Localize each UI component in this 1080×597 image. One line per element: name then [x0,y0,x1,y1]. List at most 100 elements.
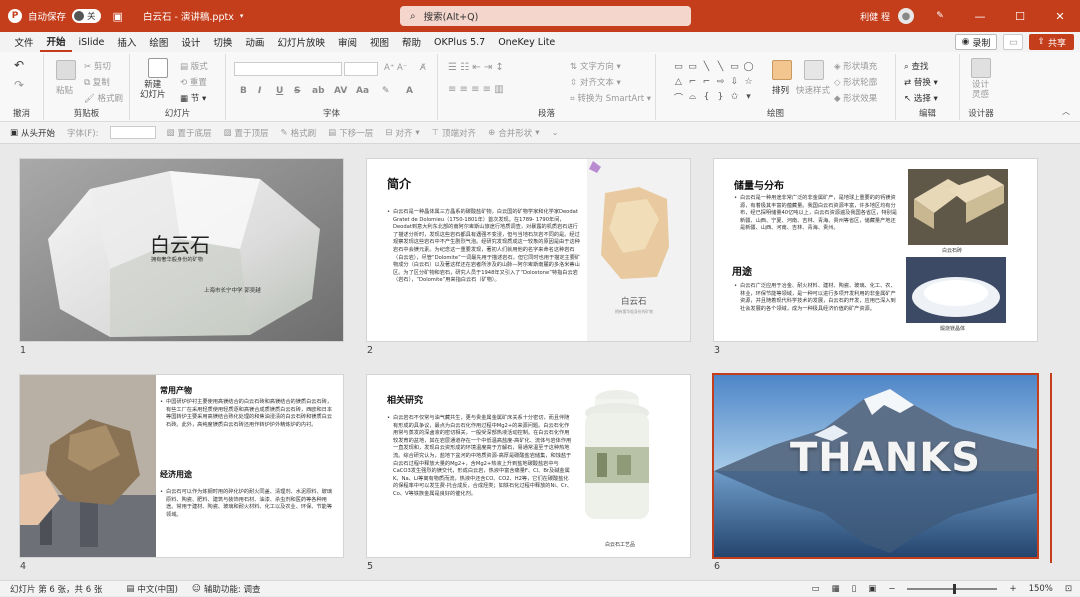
format-painter-quick-button[interactable]: ✎ 格式刷 [281,127,317,139]
bold-icon[interactable]: B [240,86,247,96]
quick-styles-button[interactable]: 快速样式 [796,84,830,96]
curve-shape-icon[interactable]: ⌓ [686,90,699,104]
vertical-scrollbar[interactable] [1050,373,1052,563]
slideshow-view-icon[interactable]: ▣ [868,584,876,594]
text-direction-button[interactable]: ⇅ 文字方向 ▾ [570,60,621,72]
char-spacing-icon[interactable]: AV [334,86,347,96]
zoom-level[interactable]: 150% [1029,584,1053,594]
shadow-icon[interactable]: ab [312,86,325,96]
file-name[interactable]: 白云石 - 演讲稿.pptx [143,9,234,23]
share-button[interactable]: ⇪ 共享 [1029,34,1074,50]
tab-transitions[interactable]: 切换 [207,32,239,52]
connector-shape-icon[interactable]: ⌐ [686,75,699,89]
quick-styles-icon[interactable] [804,60,824,80]
pen-icon[interactable]: ✎ [920,0,960,32]
customize-toolbar-icon[interactable]: ⌄ [551,128,558,138]
tab-review[interactable]: 审阅 [331,32,363,52]
layout-button[interactable]: ▤ 版式 [180,60,208,72]
language-indicator[interactable]: ▤ 中文(中国) [126,583,178,595]
tab-draw[interactable]: 绘图 [143,32,175,52]
design-ideas-button[interactable]: 设计 灵感 [972,80,989,100]
strikethrough-icon[interactable]: S [294,86,300,96]
font-name-dropdown[interactable] [234,62,342,76]
align-button[interactable]: ⊟ 对齐 ▾ [385,127,419,139]
autosave-toggle[interactable]: 关 [72,9,101,23]
textbox-shape-icon[interactable]: ▭ [672,60,685,74]
tab-onekey[interactable]: OneKey Lite [492,32,562,52]
comments-icon[interactable]: ▭ [1003,34,1024,50]
chevron-down-icon[interactable]: ▾ [240,12,244,20]
arrange-icon[interactable] [772,60,792,80]
zoom-out-icon[interactable]: − [888,584,895,594]
record-button[interactable]: ◉ 录制 [954,34,998,50]
slide-thumbnail-1[interactable]: 白云石 拥有奢华般身份的矿物 上海市长宁中学 郭吴越 [20,159,343,341]
brace-shape-icon[interactable]: { [700,90,713,104]
triangle-shape-icon[interactable]: △ [672,75,685,89]
underline-icon[interactable]: U [276,86,283,96]
maximize-button[interactable]: ☐ [1000,0,1040,32]
start-from-beginning-button[interactable]: ▣ 从头开始 [10,127,55,139]
rectangle-shape-icon[interactable]: ▭ [728,60,741,74]
brace-shape-icon[interactable]: } [714,90,727,104]
normal-view-icon[interactable]: ▭ [812,584,820,594]
reading-view-icon[interactable]: ▯ [852,584,857,594]
tab-file[interactable]: 文件 [8,32,40,52]
slide-thumbnail-5[interactable]: 相关研究 白云岩石不仅常与油气藏共生，更与贵金属金属矿床关系十分密切，而且伴随有… [367,375,690,557]
align-top-button[interactable]: ⊤ 顶端对齐 [432,127,476,139]
section-button[interactable]: ▦ 节 ▾ [180,92,206,104]
star-shape-icon[interactable]: ☆ [742,75,755,89]
select-button[interactable]: ↖ 选择 ▾ [904,92,938,104]
user-name[interactable]: 利健 程 [860,0,890,32]
new-slide-icon[interactable] [148,58,168,78]
search-box[interactable]: ⌕ 搜索(Alt+Q) [400,6,691,26]
design-ideas-icon[interactable] [971,58,991,78]
zoom-in-icon[interactable]: + [1009,584,1016,594]
paste-button[interactable]: 粘贴 [56,84,73,96]
textbox-shape-icon[interactable]: ▭ [686,60,699,74]
reset-button[interactable]: ⟲ 重置 [180,76,207,88]
cut-button[interactable]: ✂ 剪切 [84,60,111,72]
slide-thumbnail-2[interactable]: 简介 白云石是一种晶体属三方晶系的碳酸盐矿物，白云国的矿物学家和化学家Deoda… [367,159,690,341]
save-icon[interactable]: ▣ [113,10,123,23]
shape-outline-button[interactable]: ◇ 形状轮廓 [834,76,877,88]
zoom-slider-thumb[interactable] [953,584,957,594]
arrow-shape-icon[interactable]: ⇨ [714,75,727,89]
font-grow-icon[interactable]: A⁺ A⁻ [384,63,407,73]
slide-sorter-view-icon[interactable]: ▦ [832,584,840,594]
tab-okplus[interactable]: OKPlus 5.7 [428,32,492,52]
tab-design[interactable]: 设计 [175,32,207,52]
redo-icon[interactable]: ↷ [14,78,24,92]
clear-format-icon[interactable]: A̸ [420,63,426,73]
oval-shape-icon[interactable]: ◯ [742,60,755,74]
merge-shapes-button[interactable]: ⊕ 合并形状 ▾ [488,127,539,139]
avatar[interactable]: ● [898,8,914,24]
tab-home[interactable]: 开始 [40,32,73,52]
font-color-icon[interactable]: A [406,86,413,96]
tab-insert[interactable]: 插入 [111,32,143,52]
align-text-button[interactable]: ⇳ 对齐文本 ▾ [570,76,621,88]
paste-icon[interactable] [56,60,76,80]
star-shape-icon[interactable]: ✩ [728,90,741,104]
collapse-ribbon-icon[interactable]: ︿ [1062,106,1070,117]
send-to-back-button[interactable]: ▧ 置于底层 [166,127,211,139]
undo-icon[interactable]: ↶ [14,58,24,72]
line-shape-icon[interactable]: ╲ [714,60,727,74]
slide-thumbnail-6[interactable]: THANKS [714,375,1037,557]
font-dropdown[interactable] [110,126,157,139]
tab-help[interactable]: 帮助 [395,32,427,52]
copy-button[interactable]: ⧉ 复制 [84,76,110,88]
italic-icon[interactable]: I [258,86,261,96]
shape-effects-button[interactable]: ◆ 形状效果 [834,92,877,104]
tab-animations[interactable]: 动画 [239,32,271,52]
slide-thumbnail-3[interactable]: 储量与分布 白云石是一种用途非常广泛的非金属矿产，是地球上重要的的钙镁资源，有着… [714,159,1037,341]
more-shapes-icon[interactable]: ▾ [742,90,755,104]
bullets-icon[interactable]: ☰ ☷ ⇤ ⇥ ↕ [448,62,504,73]
highlight-icon[interactable]: ✎ [382,86,390,96]
minimize-button[interactable]: — [960,0,1000,32]
change-case-icon[interactable]: Aa [356,86,369,96]
curve-shape-icon[interactable]: ⌒ [672,90,685,104]
arrange-button[interactable]: 排列 [772,84,789,96]
close-button[interactable]: ✕ [1040,0,1080,32]
accessibility-checker[interactable]: ☺ 辅助功能: 调查 [192,583,260,595]
connector-shape-icon[interactable]: ⌐ [700,75,713,89]
